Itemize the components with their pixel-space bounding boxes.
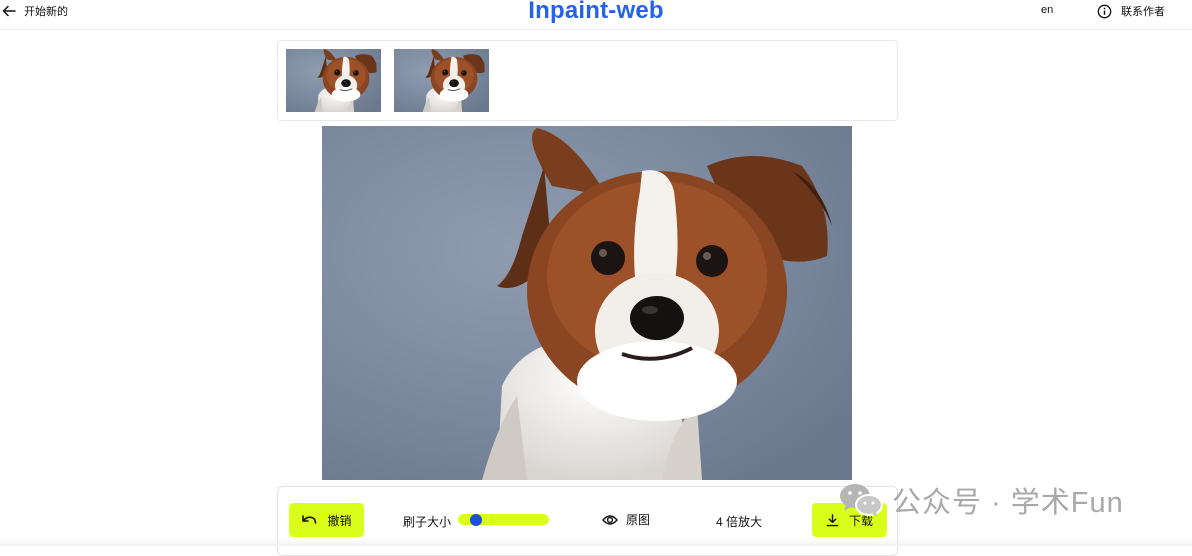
page-bottom-edge bbox=[0, 538, 1192, 546]
history-thumbnail-strip bbox=[277, 40, 898, 121]
history-thumbnail[interactable] bbox=[286, 49, 381, 112]
dog-image-thumbnail bbox=[286, 49, 381, 112]
dog-image bbox=[322, 126, 852, 480]
undo-label: 撤销 bbox=[327, 513, 352, 528]
brush-size-label: 刷子大小 bbox=[403, 515, 452, 529]
undo-icon bbox=[302, 515, 317, 524]
contact-author-button[interactable]: 联系作者 bbox=[1097, 2, 1165, 20]
watermark-text: 公众号 · 学术Fun bbox=[892, 487, 1124, 519]
original-label: 原图 bbox=[626, 513, 651, 527]
slider-thumb[interactable] bbox=[470, 513, 483, 526]
app-header: 开始新的 Inpaint-web en 联系作者 bbox=[0, 0, 1192, 30]
contact-author-label: 联系作者 bbox=[1121, 6, 1165, 18]
eye-icon bbox=[602, 514, 618, 525]
upscale-button[interactable]: 4 倍放大 bbox=[716, 513, 762, 530]
brush-size-slider[interactable] bbox=[458, 513, 549, 526]
wechat-icon bbox=[840, 484, 883, 517]
undo-button[interactable]: 撤销 bbox=[289, 503, 364, 537]
app-title: Inpaint-web bbox=[528, 0, 664, 24]
editor-canvas[interactable] bbox=[322, 126, 852, 480]
language-switch[interactable]: en bbox=[1041, 4, 1053, 16]
info-icon bbox=[1097, 4, 1112, 18]
wechat-watermark: 公众号 · 学术Fun bbox=[838, 478, 1124, 522]
history-thumbnail[interactable] bbox=[394, 49, 489, 112]
show-original-button[interactable]: 原图 bbox=[602, 511, 650, 528]
dog-image-thumbnail bbox=[394, 49, 489, 112]
